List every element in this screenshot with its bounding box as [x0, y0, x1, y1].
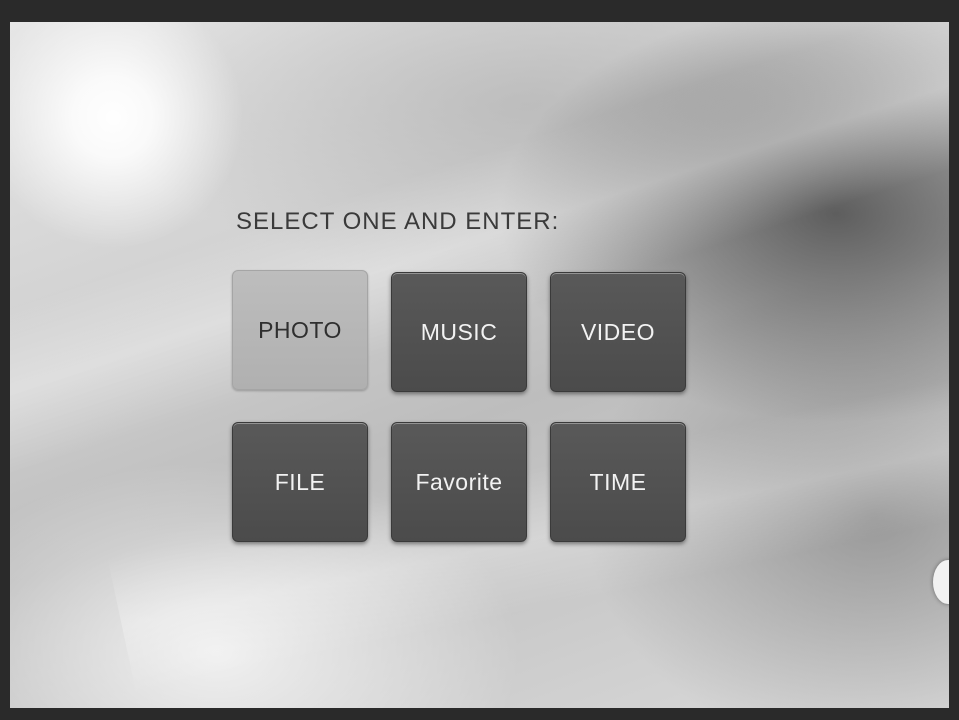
menu-tile-video[interactable]: VIDEO: [550, 272, 686, 392]
menu-tile-file[interactable]: FILE: [232, 422, 368, 542]
background-sheen: [10, 22, 949, 484]
device-frame: SELECT ONE AND ENTER: PHOTO MUSIC VIDEO …: [0, 0, 959, 720]
menu-screen: SELECT ONE AND ENTER: PHOTO MUSIC VIDEO …: [10, 22, 949, 708]
menu-tile-label: Favorite: [415, 468, 503, 495]
menu-tile-label: TIME: [589, 468, 647, 495]
menu-tile-label: PHOTO: [258, 316, 342, 343]
menu-prompt: SELECT ONE AND ENTER:: [236, 208, 560, 235]
menu-tile-music[interactable]: MUSIC: [391, 272, 527, 392]
menu-tile-time[interactable]: TIME: [550, 422, 686, 542]
menu-tile-label: FILE: [274, 468, 326, 495]
menu-tile-favorite[interactable]: Favorite: [391, 422, 527, 542]
menu-tile-photo[interactable]: PHOTO: [232, 270, 368, 390]
menu-tile-label: MUSIC: [420, 318, 498, 345]
edge-knob: [933, 560, 949, 604]
menu-tile-label: VIDEO: [580, 318, 656, 345]
